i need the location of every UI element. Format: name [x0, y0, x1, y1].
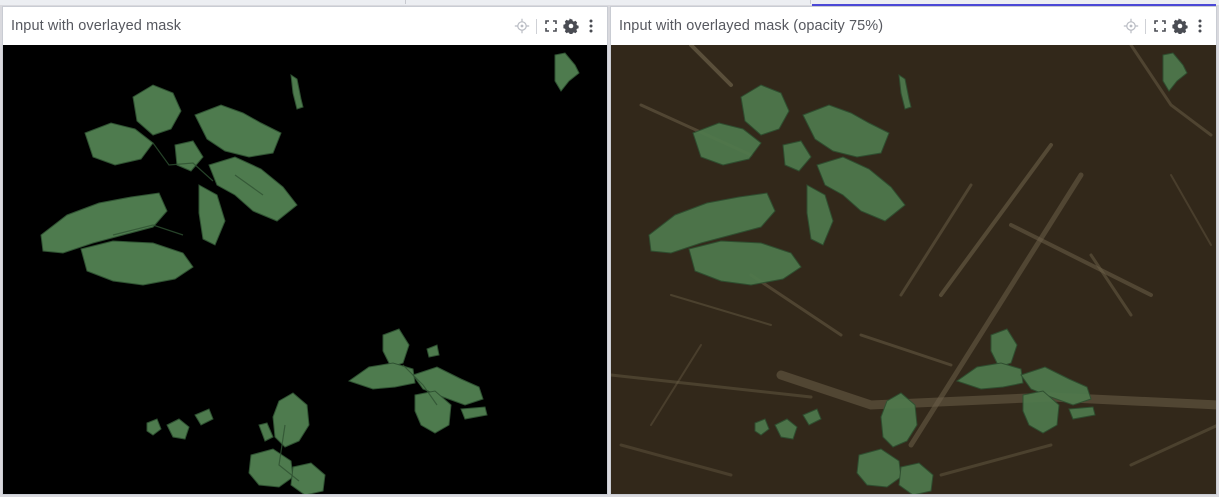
leaf [460, 406, 488, 420]
crosshair-icon[interactable] [1121, 16, 1141, 36]
overlay-image-viewport[interactable] [611, 45, 1216, 494]
overlay-panel: Input with overlayed mask (opacity 75%) [610, 6, 1217, 495]
fullscreen-icon[interactable] [1150, 16, 1170, 36]
leaf [146, 418, 162, 436]
leaf [554, 52, 580, 92]
leaf [248, 448, 294, 488]
panel-toolbar [512, 16, 601, 36]
leaf [426, 344, 440, 358]
leaf [166, 418, 190, 440]
more-vertical-icon[interactable] [581, 16, 601, 36]
overlay-plant-image [611, 45, 1216, 494]
toolbar-divider [1145, 18, 1146, 34]
gear-icon[interactable] [561, 16, 581, 36]
mask-panel: Input with overlayed mask [2, 6, 608, 495]
toolbar-divider [536, 18, 537, 34]
masked-plant-image [40, 52, 580, 494]
leaf [382, 328, 410, 368]
leaf [132, 84, 182, 136]
leaf [194, 104, 282, 158]
tab-strip [0, 0, 1219, 6]
tab-segment[interactable] [0, 0, 406, 4]
gear-icon[interactable] [1170, 16, 1190, 36]
tab-segment[interactable] [406, 0, 811, 4]
leaf [258, 422, 274, 442]
leaf [198, 184, 226, 246]
panel-header: Input with overlayed mask (opacity 75%) [611, 7, 1216, 46]
fullscreen-icon[interactable] [541, 16, 561, 36]
leaf [174, 140, 204, 172]
leaf [194, 408, 214, 426]
panel-title: Input with overlayed mask (opacity 75%) [619, 18, 884, 34]
panel-title: Input with overlayed mask [11, 18, 182, 34]
leaf [84, 122, 154, 166]
masked-image-viewport[interactable] [3, 45, 607, 494]
panel-header: Input with overlayed mask [3, 7, 607, 46]
panel-toolbar [1121, 16, 1210, 36]
leaf [272, 392, 310, 448]
more-vertical-icon[interactable] [1190, 16, 1210, 36]
leaf [80, 240, 194, 286]
leaf [290, 73, 304, 110]
crosshair-icon[interactable] [512, 16, 532, 36]
